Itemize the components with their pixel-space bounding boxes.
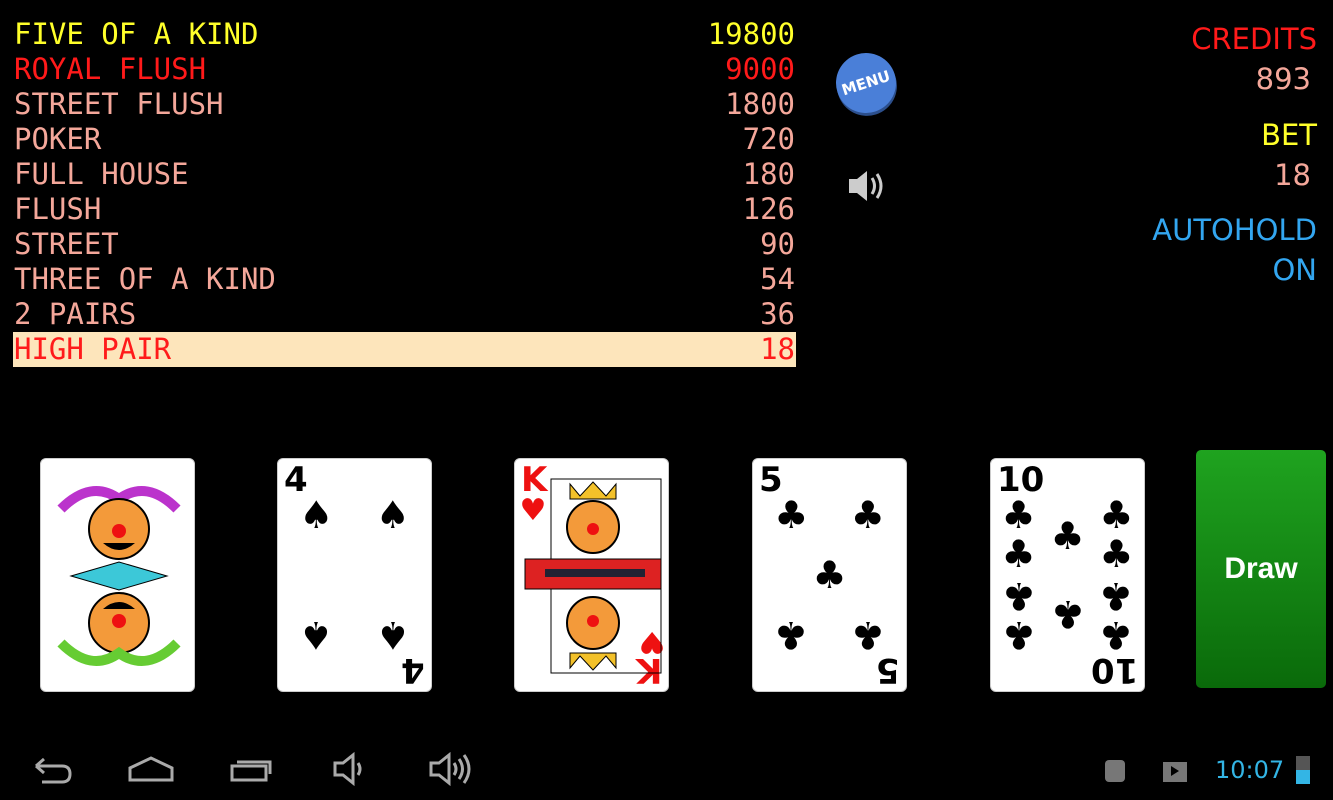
club-pip-icon: ♣ [850,613,885,658]
hand-payout: 18 [760,332,795,366]
clock: 10:07 [1215,756,1285,784]
paytable: FIVE OF A KIND 19800 ROYAL FLUSH 9000 STREET… [13,17,796,367]
back-icon[interactable] [28,754,74,784]
hand-payout: 1800 [725,87,795,121]
menu-button[interactable]: MENU [828,45,904,121]
paytable-row: THREE OF A KIND 54 [13,262,796,297]
paytable-row: 2 PAIRS 36 [13,297,796,332]
paytable-row: ROYAL FLUSH 9000 [13,52,796,87]
club-pip-icon: ♣ [1099,573,1134,618]
volume-up-icon[interactable] [428,752,474,786]
joker-face-icon [57,486,181,666]
play-store-icon [1163,762,1187,782]
hand-payout: 720 [742,122,795,156]
hand-name: THREE OF A KIND [14,262,276,296]
hand-name: FULL HOUSE [14,157,189,191]
hand-payout: 36 [760,297,795,331]
card-rank-inverted: 4 [401,650,425,690]
card-1[interactable] [40,458,195,692]
spade-pip-icon: ♠ [299,492,334,537]
club-pip-icon: ♣ [1099,532,1134,577]
spade-pip-icon: ♠ [299,613,334,658]
home-icon[interactable] [126,754,176,784]
club-pip-icon: ♣ [1050,592,1085,637]
autohold-value[interactable]: ON [1272,253,1317,287]
hand-payout: 9000 [725,52,795,86]
spade-pip-icon: ♠ [375,492,410,537]
card-4[interactable]: 5 5 ♣ ♣ ♣ ♣ ♣ [752,458,907,692]
paytable-row: FULL HOUSE 180 [13,157,796,192]
debug-android-icon [1105,760,1125,782]
credits-label: CREDITS [1191,22,1317,56]
card-5[interactable]: 10 10 ♣ ♣ ♣ ♣ ♣ ♣ ♣ ♣ ♣ ♣ [990,458,1145,692]
club-pip-icon: ♣ [1001,613,1036,658]
club-pip-icon: ♣ [1001,532,1036,577]
battery-icon [1296,756,1310,784]
hand-payout: 90 [760,227,795,261]
club-pip-icon: ♣ [1099,613,1134,658]
speaker-icon[interactable] [846,166,888,210]
hand-name: FLUSH [14,192,102,226]
hand-payout: 180 [742,157,795,191]
card-3[interactable]: K K ♥ ♥ [514,458,669,692]
credits-value: 893 [1255,62,1311,96]
paytable-row: FLUSH 126 [13,192,796,227]
club-pip-icon: ♣ [1099,492,1134,537]
card-rank-inverted: 5 [876,650,900,690]
bet-value: 18 [1274,158,1311,192]
club-pip-icon: ♣ [812,553,847,597]
hand-name: ROYAL FLUSH [14,52,207,86]
card-2[interactable]: 4 4 ♠ ♠ ♠ ♠ [277,458,432,692]
club-pip-icon: ♣ [1001,492,1036,537]
recent-apps-icon[interactable] [228,754,274,784]
hand-name: HIGH PAIR [14,332,172,366]
spade-pip-icon: ♠ [375,613,410,658]
paytable-row: HIGH PAIR 18 [13,332,796,367]
card-rank-inverted: 10 [1090,650,1138,690]
hand-payout: 54 [760,262,795,296]
paytable-row: FIVE OF A KIND 19800 [13,17,796,52]
club-pip-icon: ♣ [850,492,885,537]
draw-button[interactable]: Draw [1196,450,1326,688]
club-pip-icon: ♣ [1001,573,1036,618]
paytable-row: STREET 90 [13,227,796,262]
system-nav-bar [0,740,1333,800]
hand-name: STREET FLUSH [14,87,224,121]
hand-name: STREET [14,227,119,261]
volume-down-icon[interactable] [332,752,372,786]
club-pip-icon: ♣ [774,613,809,658]
autohold-label[interactable]: AUTOHOLD [1152,213,1317,247]
paytable-row: STREET FLUSH 1800 [13,87,796,122]
hand-payout: 126 [742,192,795,226]
bet-label: BET [1261,118,1317,152]
hand-name: POKER [14,122,102,156]
club-pip-icon: ♣ [1050,513,1085,558]
club-pip-icon: ♣ [774,492,809,537]
hand-payout: 19800 [707,17,795,51]
king-face-icon [524,478,662,674]
hand-name: FIVE OF A KIND [14,17,259,51]
hand-name: 2 PAIRS [14,297,137,331]
paytable-row: POKER 720 [13,122,796,157]
